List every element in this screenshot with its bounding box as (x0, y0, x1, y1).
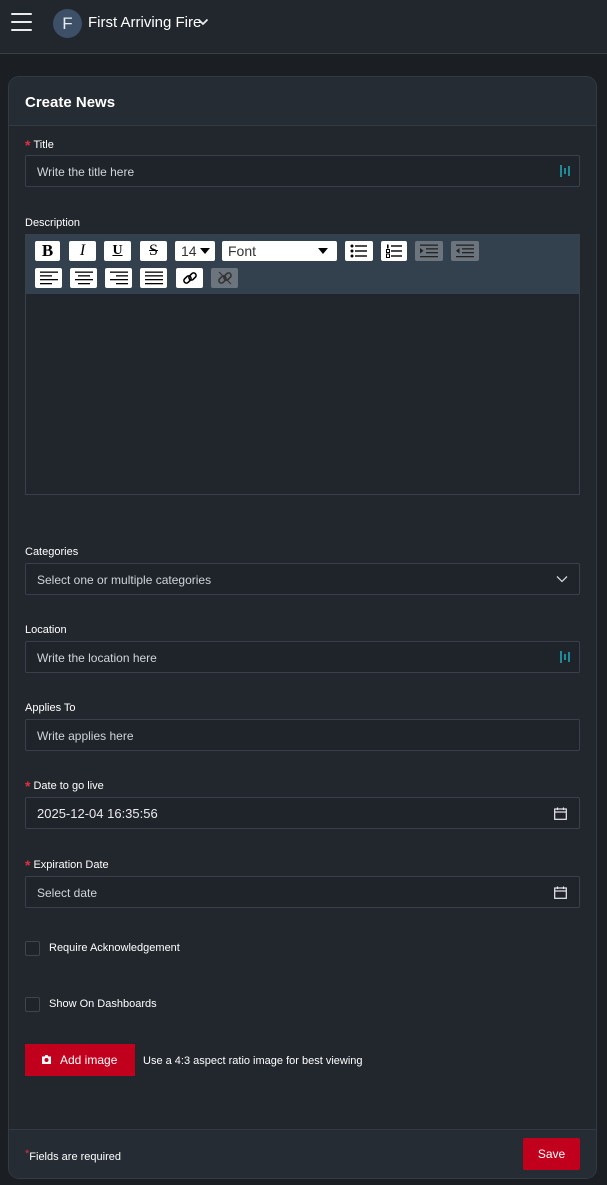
show-dashboards-checkbox[interactable] (25, 997, 40, 1012)
require-ack-checkbox[interactable] (25, 941, 40, 956)
card-footer: *Fields are required Save (9, 1129, 596, 1178)
align-right-button[interactable] (105, 268, 132, 288)
outdent-button[interactable] (451, 241, 479, 261)
calendar-icon[interactable] (554, 886, 567, 899)
align-center-icon (74, 271, 93, 285)
save-button[interactable]: Save (523, 1138, 580, 1170)
indent-button[interactable] (415, 241, 443, 261)
italic-button[interactable]: I (69, 241, 96, 261)
title-label: * Title (25, 137, 54, 153)
date-live-input[interactable]: 2025-12-04 16:35:56 (25, 797, 580, 829)
bullet-list-icon (350, 244, 367, 258)
expiration-input[interactable]: Select date (25, 876, 580, 908)
justify-icon (144, 271, 163, 285)
title-input[interactable]: Write the title here (25, 155, 580, 187)
show-dashboards-label[interactable]: Show On Dashboards (49, 998, 157, 1010)
categories-label: Categories (25, 546, 79, 558)
numbered-list-icon (386, 244, 402, 258)
link-button[interactable] (176, 268, 203, 288)
align-right-icon (109, 271, 128, 285)
outdent-icon (456, 244, 474, 258)
page-title: Create News (25, 94, 116, 111)
date-live-label: * Date to go live (25, 778, 104, 794)
required-marker: * (25, 137, 31, 153)
top-bar: F First Arriving Fire (0, 0, 607, 54)
card-header: Create News (9, 77, 596, 126)
add-image-hint: Use a 4:3 aspect ratio image for best vi… (143, 1055, 363, 1067)
location-label: Location (25, 624, 67, 636)
camera-icon (42, 1055, 51, 1064)
align-left-button[interactable] (35, 268, 62, 288)
editor-toolbar: B I U S 14 Font (26, 235, 579, 294)
description-editor[interactable]: B I U S 14 Font (25, 234, 580, 495)
underline-button[interactable]: U (104, 241, 131, 261)
strikethrough-button[interactable]: S (140, 241, 167, 261)
hamburger-menu-icon[interactable] (11, 13, 32, 32)
bold-button[interactable]: B (35, 241, 60, 261)
grammar-check-icon[interactable] (559, 164, 571, 178)
required-note: *Fields are required (25, 1148, 121, 1163)
categories-select[interactable]: Select one or multiple categories (25, 563, 580, 595)
align-left-icon (39, 271, 58, 285)
font-family-select[interactable]: Font (222, 241, 337, 261)
align-center-button[interactable] (70, 268, 97, 288)
org-avatar[interactable]: F (53, 9, 82, 38)
justify-button[interactable] (140, 268, 167, 288)
numbered-list-button[interactable] (381, 241, 407, 261)
required-marker: * (25, 1148, 30, 1160)
font-size-select[interactable]: 14 (175, 241, 215, 261)
expiration-label: * Expiration Date (25, 857, 109, 873)
unlink-icon (217, 271, 232, 285)
applies-to-input[interactable]: Write applies here (25, 719, 580, 751)
create-news-card: Create News * Title Write the title here … (8, 76, 597, 1179)
chevron-down-icon (556, 576, 568, 583)
org-name[interactable]: First Arriving Fire (88, 14, 201, 31)
indent-icon (420, 244, 438, 258)
calendar-icon[interactable] (554, 807, 567, 820)
required-marker: * (25, 778, 31, 794)
required-marker: * (25, 857, 31, 873)
chevron-down-icon[interactable] (197, 16, 209, 28)
applies-to-label: Applies To (25, 702, 76, 714)
link-icon (182, 272, 197, 284)
require-ack-label[interactable]: Require Acknowledgement (49, 942, 180, 954)
unlink-button[interactable] (211, 268, 238, 288)
location-input[interactable]: Write the location here (25, 641, 580, 673)
grammar-check-icon[interactable] (559, 650, 571, 664)
add-image-button[interactable]: Add image (25, 1044, 135, 1076)
bullet-list-button[interactable] (345, 241, 373, 261)
description-label: Description (25, 217, 81, 229)
